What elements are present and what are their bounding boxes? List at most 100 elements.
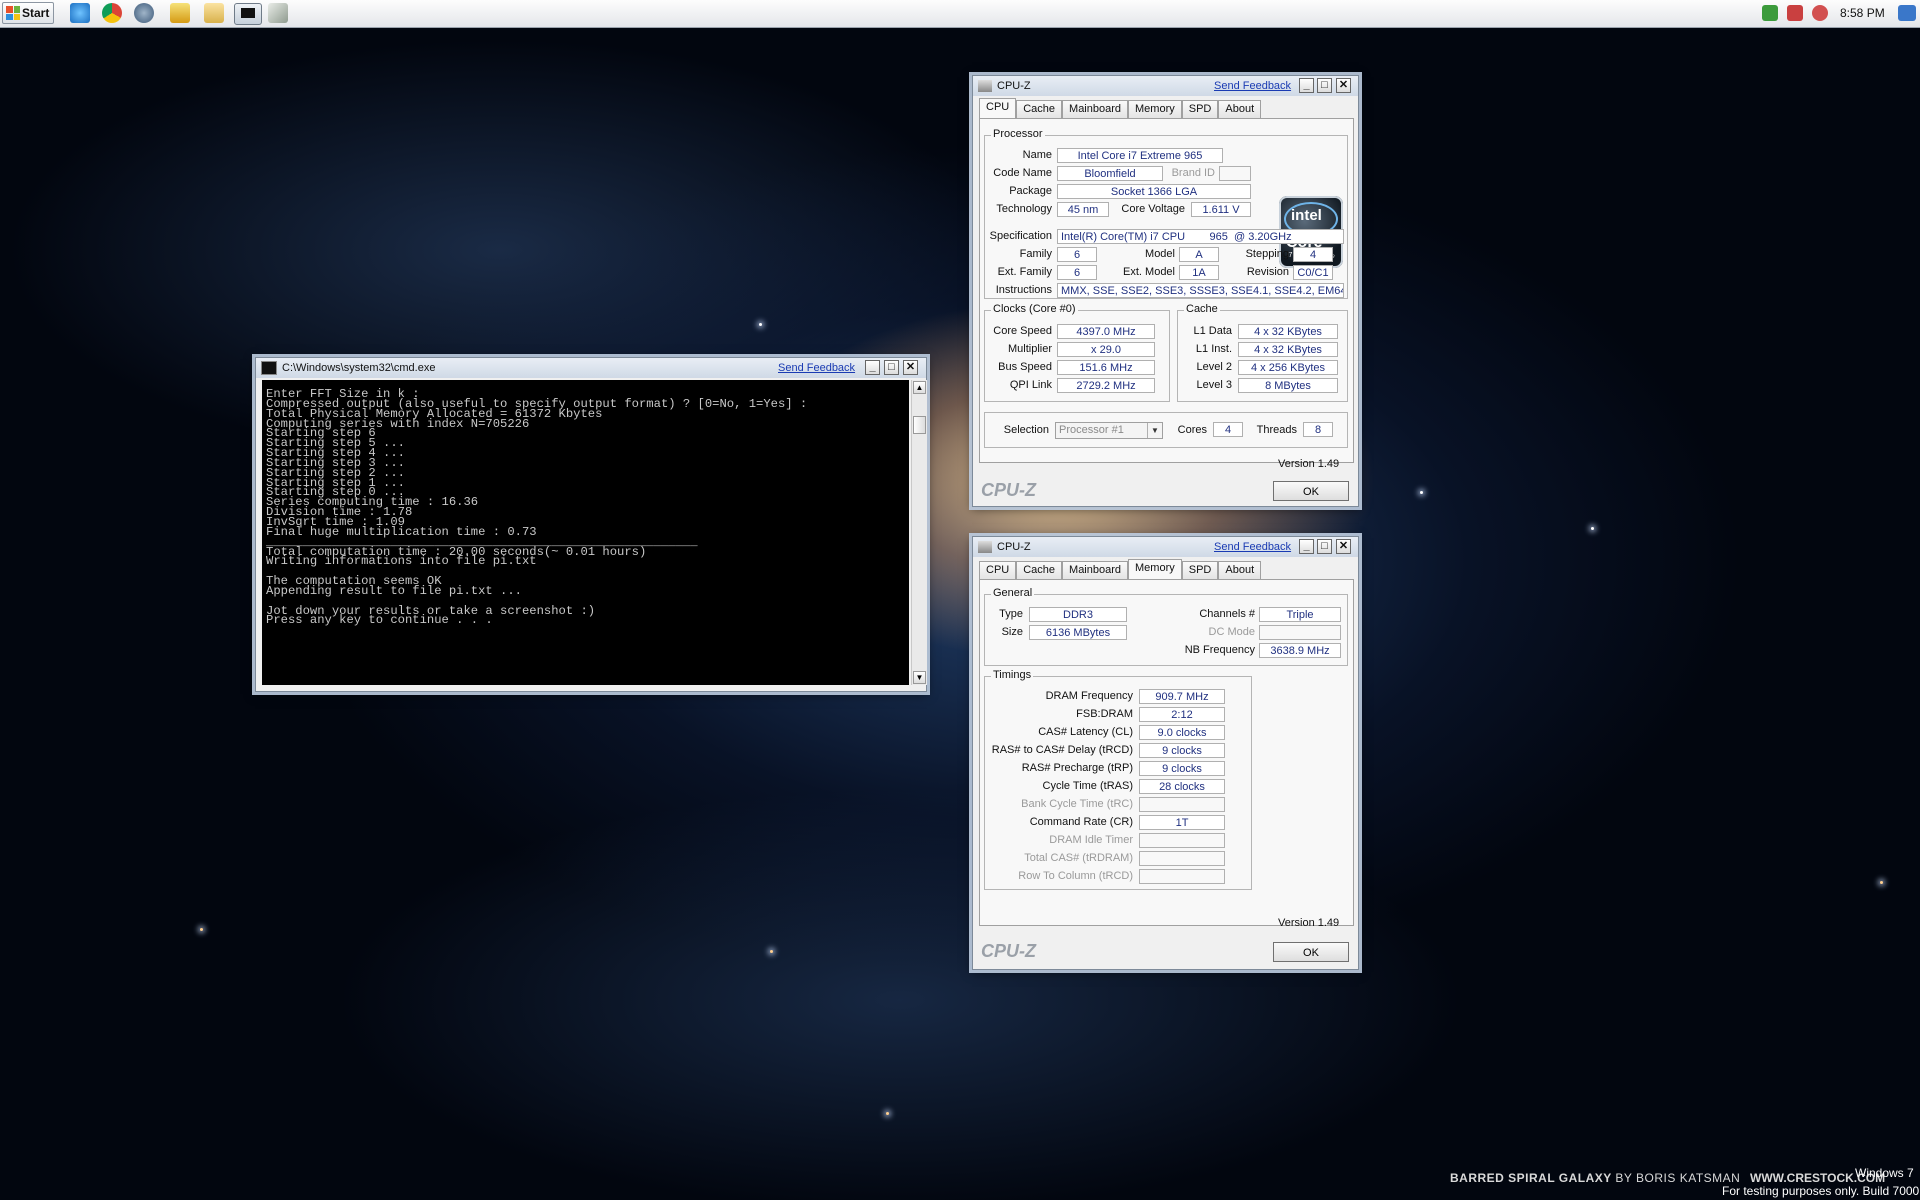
timings-legend: Timings [991,669,1034,681]
send-feedback-link[interactable]: Send Feedback [778,362,855,374]
cpuz-titlebar[interactable]: CPU-Z Send Feedback _ □ ✕ [973,76,1358,96]
cmd-titlebar[interactable]: C:\Windows\system32\cmd.exe Send Feedbac… [256,358,926,378]
console-line: Appending result to file pi.txt ... [266,583,522,598]
tab-about[interactable]: About [1218,561,1262,579]
cmd-icon[interactable] [234,3,262,25]
console-scrollbar[interactable]: ▲ ▼ [911,380,927,685]
channels-value: Triple [1259,607,1341,622]
ok-button[interactable]: OK [1273,481,1349,501]
tab-spd[interactable]: SPD [1181,100,1219,118]
cache-group: Cache L1 Data 4 x 32 KBytes L1 Inst. 4 x… [1177,303,1348,402]
network-icon[interactable] [134,3,154,23]
close-button[interactable]: ✕ [903,360,918,375]
show-desktop-icon[interactable] [1898,5,1916,21]
cmd-title: C:\Windows\system32\cmd.exe [282,362,436,374]
star [1591,527,1594,530]
minimize-button[interactable]: _ [1299,539,1314,554]
start-label: Start [22,6,50,20]
selection-label: Selection [1003,424,1049,436]
ie-icon[interactable] [70,3,90,23]
package-label: Package [1009,185,1052,197]
selection-group: Selection Processor #1 ▼ Cores 4 Threads… [984,412,1348,448]
send-feedback-link[interactable]: Send Feedback [1214,541,1291,553]
timing-value [1139,833,1225,848]
flag-icon[interactable] [1787,5,1803,21]
nb-frequency-label: NB Frequency [1184,644,1255,656]
ok-button[interactable]: OK [1273,942,1349,962]
minimize-button[interactable]: _ [1299,78,1314,93]
cache-legend: Cache [1184,303,1220,315]
technology-label: Technology [996,203,1052,215]
timing-value: 9 clocks [1139,743,1225,758]
l1-data-value: 4 x 32 KBytes [1238,324,1338,339]
start-button[interactable]: Start [2,2,54,24]
maximize-button[interactable]: □ [884,360,899,375]
close-button[interactable]: ✕ [1336,78,1351,93]
type-value: DDR3 [1029,607,1127,622]
maximize-button[interactable]: □ [1317,78,1332,93]
spec-value: Intel(R) Core(TM) i7 CPU 965 @ 3.20GHz [1057,229,1344,244]
timing-label: RAS# to CAS# Delay (tRCD) [991,744,1133,756]
instructions-label: Instructions [995,284,1052,296]
minimize-button[interactable]: _ [865,360,880,375]
cpuz-title: CPU-Z [997,541,1031,553]
stepping-label: Stepping [1245,248,1289,260]
level-2-label: Level 2 [1196,361,1232,373]
maximize-button[interactable]: □ [1317,539,1332,554]
memory-panel: General Type DDR3 Size 6136 MBytes Chann… [979,579,1354,929]
tab-cpu[interactable]: CPU [979,561,1017,579]
star [770,950,773,953]
send-feedback-link[interactable]: Send Feedback [1214,80,1291,92]
level-3-value: 8 MBytes [1238,378,1338,393]
console-output[interactable]: Enter FFT Size in k : Compressed output (… [262,380,909,685]
os-build-notice: For testing purposes only. Build 7000 [1722,1184,1920,1198]
processor-group: Processor Name Intel Core i7 Extreme 965… [984,128,1348,299]
chrome-icon[interactable] [102,3,122,23]
console-line: Writing informations into file pi.txt [266,554,537,569]
core-speed-value: 4397.0 MHz [1057,324,1155,339]
tab-memory[interactable]: Memory [1128,559,1182,580]
tab-spd[interactable]: SPD [1181,561,1219,579]
cpuz-titlebar[interactable]: CPU-Z Send Feedback _ □ ✕ [973,537,1358,557]
processor-select[interactable]: Processor #1 ▼ [1055,422,1163,439]
tab-cache[interactable]: Cache [1016,100,1063,118]
timing-value: 1T [1139,815,1225,830]
voltage-value: 1.611 V [1191,202,1251,217]
timing-label: Bank Cycle Time (tRC) [1021,798,1133,810]
cpuz-title: CPU-Z [997,80,1031,92]
codename-value: Bloomfield [1057,166,1163,181]
name-label: Name [1022,149,1052,161]
timing-label: FSB:DRAM [1076,708,1133,720]
general-legend: General [991,587,1035,599]
tab-about[interactable]: About [1218,100,1262,118]
processor-legend: Processor [991,128,1045,140]
folder-icon[interactable] [204,3,224,23]
threads-value: 8 [1303,422,1333,437]
clock[interactable]: 8:58 PM [1840,6,1885,20]
l1-data-label: L1 Data [1193,325,1232,337]
speaker-muted-icon[interactable] [1812,5,1828,21]
tab-memory[interactable]: Memory [1128,100,1182,118]
tab-cpu[interactable]: CPU [979,98,1017,119]
scroll-thumb[interactable] [913,416,926,434]
tab-mainboard[interactable]: Mainboard [1062,100,1129,118]
cpuz-memory-window: CPU-Z Send Feedback _ □ ✕ CPU Cache Main… [972,536,1359,970]
cpuz-app-icon [978,80,992,92]
close-button[interactable]: ✕ [1336,539,1351,554]
ext-family-label: Ext. Family [997,266,1052,278]
stack-icon[interactable] [268,3,288,23]
cpuz-tabs: CPU Cache Mainboard Memory SPD About [979,559,1262,580]
scroll-up-icon[interactable]: ▲ [913,381,926,394]
scroll-down-icon[interactable]: ▼ [913,671,926,684]
spec-label: Specification [989,230,1052,242]
ext-model-value: 1A [1179,265,1219,280]
tab-mainboard[interactable]: Mainboard [1062,561,1129,579]
tab-cache[interactable]: Cache [1016,561,1063,579]
model-value: A [1179,247,1219,262]
timing-value [1139,797,1225,812]
version-label: Version 1.49 [1278,458,1340,470]
media-player-icon[interactable] [170,3,190,23]
timing-value [1139,869,1225,884]
shield-icon[interactable] [1762,5,1778,21]
timing-value: 28 clocks [1139,779,1225,794]
